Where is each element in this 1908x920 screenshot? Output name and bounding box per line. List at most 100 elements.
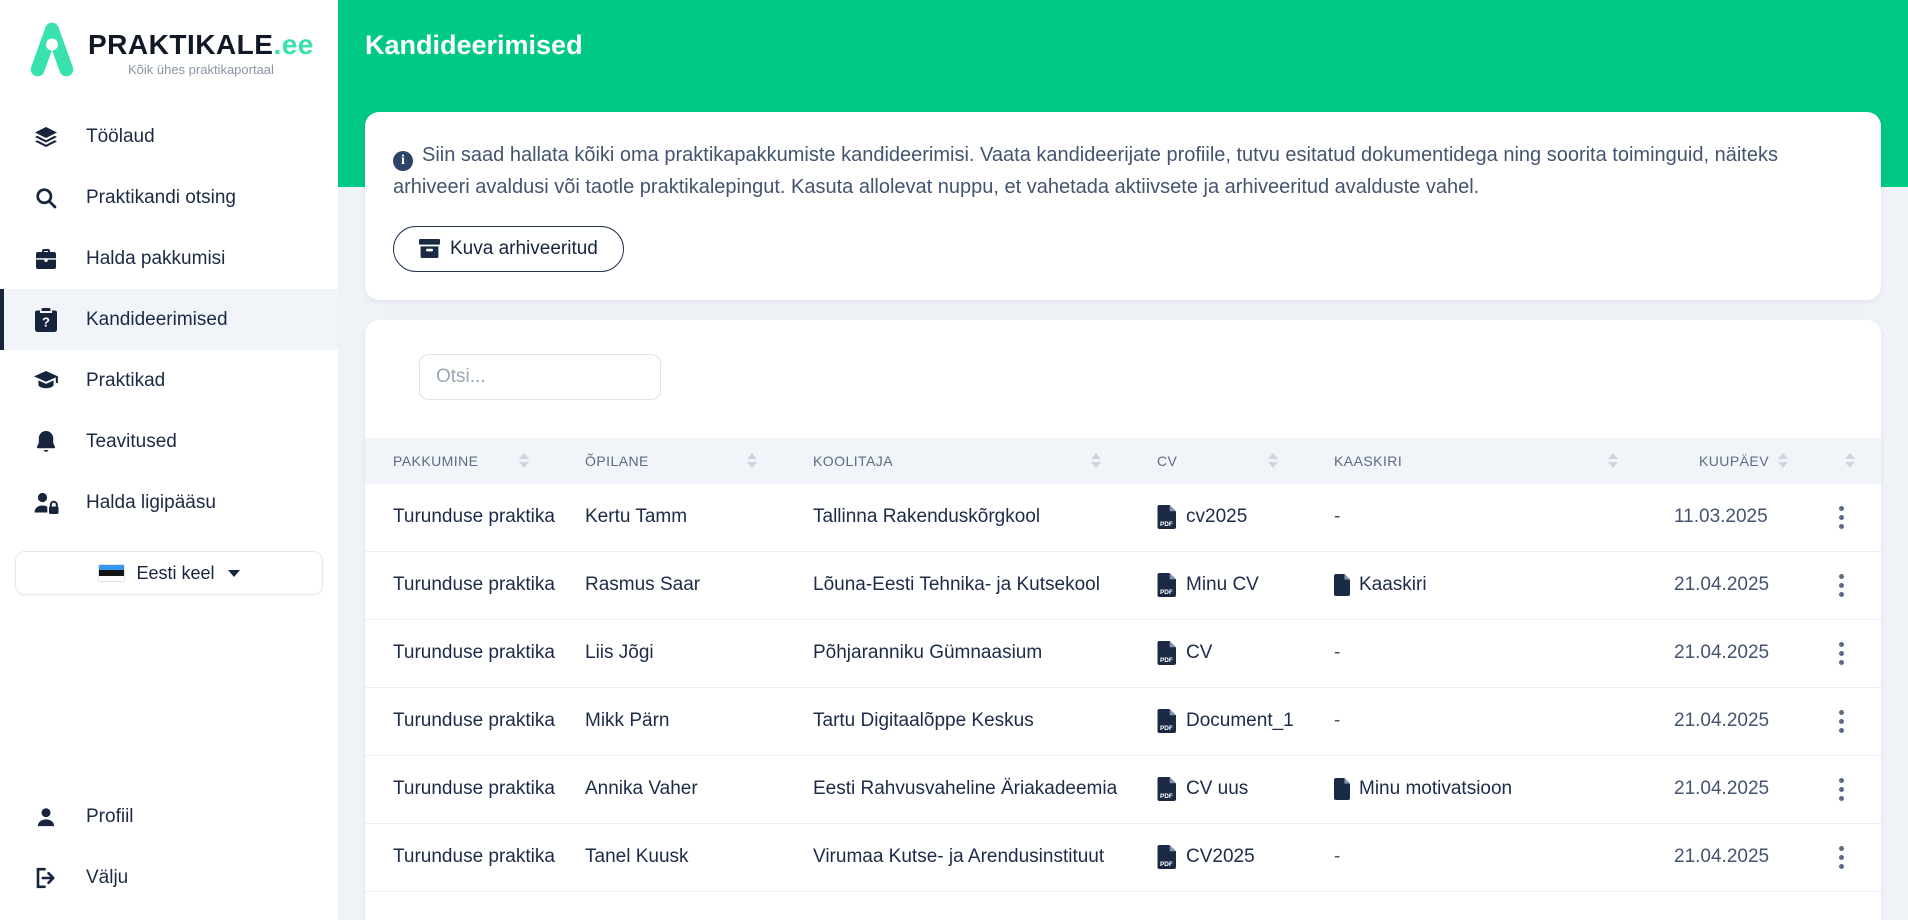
show-archived-label: Kuva arhiveeritud bbox=[450, 237, 598, 259]
table-row: Turunduse praktika Tanel Kuusk Virumaa Kut… bbox=[365, 824, 1881, 892]
kaaskiri-empty: - bbox=[1334, 642, 1341, 664]
mountain-a-logo-icon bbox=[28, 20, 76, 80]
cell-kuupaev: 21.04.2025 bbox=[1674, 574, 1770, 596]
kaaskiri-empty: - bbox=[1334, 846, 1341, 868]
row-actions-kebab-icon[interactable] bbox=[1825, 701, 1857, 741]
column-header-actions[interactable] bbox=[1814, 453, 1857, 469]
graduation-cap-icon bbox=[32, 370, 59, 392]
chevron-down-icon bbox=[227, 569, 240, 577]
column-header-cv[interactable]: CV bbox=[1157, 453, 1334, 469]
sidebar-item-label: Kandideerimised bbox=[86, 308, 228, 330]
cv-file-link[interactable]: PDF Minu CV bbox=[1157, 573, 1334, 598]
sort-icon[interactable] bbox=[1778, 453, 1788, 469]
language-label: Eesti keel bbox=[136, 562, 215, 583]
sidebar-item-toolaud[interactable]: Töölaud bbox=[0, 106, 338, 167]
cv-file-link[interactable]: PDF Document_1 bbox=[1157, 709, 1334, 734]
sidebar-item-label: Halda pakkumisi bbox=[86, 247, 226, 269]
sidebar-item-label: Praktikad bbox=[86, 369, 166, 391]
cover-letter-link[interactable]: Kaaskiri bbox=[1334, 574, 1674, 597]
estonia-flag-icon bbox=[98, 564, 126, 582]
bell-icon bbox=[32, 430, 59, 454]
svg-text:?: ? bbox=[42, 314, 50, 329]
archive-box-icon bbox=[419, 239, 440, 259]
row-actions-kebab-icon[interactable] bbox=[1825, 769, 1857, 809]
row-actions-kebab-icon[interactable] bbox=[1825, 565, 1857, 605]
intro-card: i Siin saad hallata kõiki oma praktikapak… bbox=[365, 112, 1881, 300]
sidebar-item-halda-pakkumisi[interactable]: Halda pakkumisi bbox=[0, 228, 338, 289]
sort-icon[interactable] bbox=[519, 453, 529, 469]
clipboard-question-icon: ? bbox=[32, 307, 59, 332]
cell-opilane: Rasmus Saar bbox=[585, 574, 701, 596]
sidebar-item-teavitused[interactable]: Teavitused bbox=[0, 411, 338, 472]
brand-tagline: Kõik ühes praktikaportaal bbox=[127, 62, 274, 78]
svg-text:PDF: PDF bbox=[1160, 589, 1173, 596]
cell-kuupaev: 21.04.2025 bbox=[1674, 846, 1770, 868]
pdf-file-icon: PDF bbox=[1157, 777, 1177, 802]
column-header-opilane[interactable]: ÕPILANE bbox=[585, 453, 813, 469]
sidebar-item-halda-ligipaasu[interactable]: Halda ligipääsu bbox=[0, 472, 338, 533]
pdf-file-icon: PDF bbox=[1157, 573, 1177, 598]
table-row: Turunduse praktika Annika Vaher Eesti Rahv… bbox=[365, 756, 1881, 824]
cv-file-link[interactable]: PDF cv2025 bbox=[1157, 505, 1334, 530]
sidebar-item-profiil[interactable]: Profiil bbox=[0, 786, 338, 847]
cell-koolitaja: Tartu Digitaalõppe Keskus bbox=[813, 710, 1034, 732]
cv-file-link[interactable]: PDF CV2025 bbox=[1157, 845, 1334, 870]
cv-file-link[interactable]: PDF CV uus bbox=[1157, 777, 1334, 802]
intro-text: i Siin saad hallata kõiki oma praktikapak… bbox=[393, 144, 1778, 199]
search-input[interactable] bbox=[419, 353, 661, 400]
sidebar-item-label: Halda ligipääsu bbox=[86, 491, 216, 513]
cell-pakkumine: Turunduse praktika bbox=[393, 506, 555, 528]
cell-pakkumine: Turunduse praktika bbox=[393, 574, 555, 596]
pdf-file-icon: PDF bbox=[1157, 505, 1177, 530]
sidebar-item-valju[interactable]: Välju bbox=[0, 847, 338, 908]
language-selector[interactable]: Eesti keel bbox=[15, 551, 323, 595]
cell-pakkumine: Turunduse praktika bbox=[393, 778, 555, 800]
column-header-kaaskiri[interactable]: KAASKIRI bbox=[1334, 453, 1674, 469]
svg-text:PDF: PDF bbox=[1160, 521, 1173, 528]
cell-opilane: Mikk Pärn bbox=[585, 710, 670, 732]
brand-logo[interactable]: PRAKTIKALE.ee Kõik ühes praktikaportaal bbox=[0, 0, 338, 80]
user-icon bbox=[32, 805, 59, 829]
sort-icon[interactable] bbox=[747, 453, 757, 469]
table-row: Turunduse praktika Rasmus Saar Lõuna-Eesti… bbox=[365, 552, 1881, 620]
sort-icon[interactable] bbox=[1845, 453, 1855, 469]
table-row: Turunduse praktika Mikk Pärn Tartu Digitaa… bbox=[365, 688, 1881, 756]
sidebar-item-label: Töölaud bbox=[86, 125, 155, 147]
cv-file-link[interactable]: PDF CV bbox=[1157, 641, 1334, 666]
brand-tld: .ee bbox=[273, 29, 314, 60]
cell-kuupaev: 21.04.2025 bbox=[1674, 642, 1770, 664]
sort-icon[interactable] bbox=[1268, 453, 1278, 469]
cell-koolitaja: Lõuna-Eesti Tehnika- ja Kutsekool bbox=[813, 574, 1100, 596]
sidebar-item-praktikad[interactable]: Praktikad bbox=[0, 350, 338, 411]
cell-kuupaev: 11.03.2025 bbox=[1674, 506, 1768, 528]
sidebar-item-praktikandi-otsing[interactable]: Praktikandi otsing bbox=[0, 167, 338, 228]
app-window: PRAKTIKALE.ee Kõik ühes praktikaportaal … bbox=[0, 0, 1908, 920]
column-header-pakkumine[interactable]: PAKKUMINE bbox=[393, 453, 585, 469]
svg-text:PDF: PDF bbox=[1160, 725, 1173, 732]
sidebar-item-kandideerimised[interactable]: ? Kandideerimised bbox=[0, 289, 338, 350]
cell-kuupaev: 21.04.2025 bbox=[1674, 710, 1770, 732]
column-header-kuupaev[interactable]: KUUPÄEV bbox=[1674, 453, 1814, 469]
brand-name: PRAKTIKALE.ee bbox=[88, 29, 314, 60]
row-actions-kebab-icon[interactable] bbox=[1825, 497, 1857, 537]
row-actions-kebab-icon[interactable] bbox=[1825, 633, 1857, 673]
show-archived-button[interactable]: Kuva arhiveeritud bbox=[393, 225, 624, 272]
row-actions-kebab-icon[interactable] bbox=[1825, 837, 1857, 877]
sidebar-nav: Töölaud Praktikandi otsing Halda pakkumi… bbox=[0, 106, 338, 533]
sidebar-item-label: Välju bbox=[86, 866, 129, 888]
cover-letter-link[interactable]: Minu motivatsioon bbox=[1334, 778, 1674, 801]
sort-icon[interactable] bbox=[1608, 453, 1618, 469]
search-icon bbox=[32, 186, 59, 210]
column-header-koolitaja[interactable]: KOOLITAJA bbox=[813, 453, 1157, 469]
info-circle-icon: i bbox=[393, 151, 413, 172]
kaaskiri-empty: - bbox=[1334, 506, 1341, 528]
sidebar-footer: Profiil Välju bbox=[0, 786, 338, 920]
table-row: Turunduse praktika Kertu Tamm Tallinna Rak… bbox=[365, 484, 1881, 552]
svg-text:PDF: PDF bbox=[1160, 657, 1173, 664]
cell-opilane: Liis Jõgi bbox=[585, 642, 654, 664]
cell-pakkumine: Turunduse praktika bbox=[393, 710, 555, 732]
table-header-row: PAKKUMINE ÕPILANE KOOLITAJA CV KAASKIRI … bbox=[365, 437, 1881, 484]
sort-icon[interactable] bbox=[1091, 453, 1101, 469]
document-icon bbox=[1334, 778, 1350, 801]
svg-text:PDF: PDF bbox=[1160, 793, 1173, 800]
